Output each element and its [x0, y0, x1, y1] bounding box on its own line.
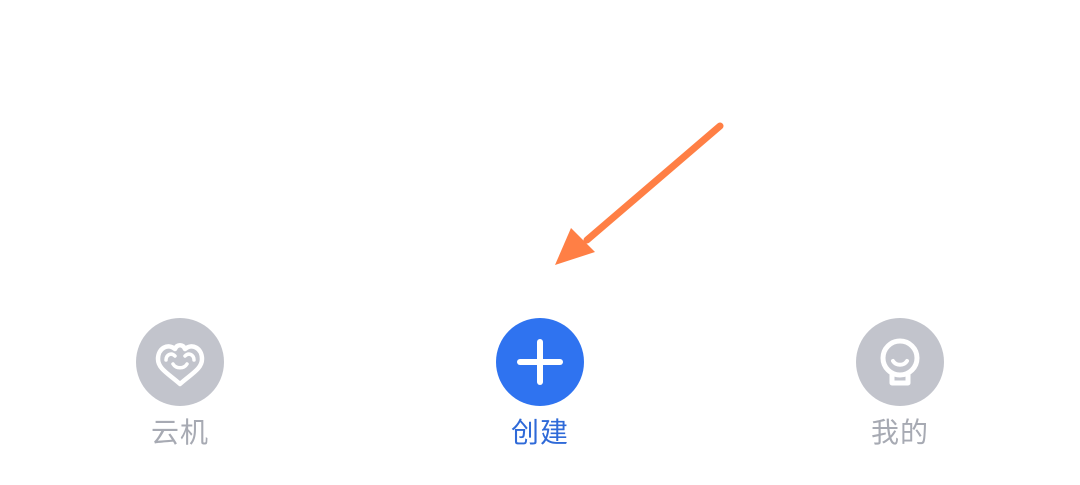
plus-icon [496, 318, 584, 406]
tab-mine[interactable]: 我的 [830, 318, 970, 468]
tab-create[interactable]: 创建 [470, 318, 610, 468]
tab-mine-label: 我的 [870, 416, 929, 449]
profile-face-icon [856, 318, 944, 406]
bottom-tab-bar: 云机 创建 我的 [0, 300, 1080, 485]
cloud-heart-icon [136, 318, 224, 406]
tab-yunji-label: 云机 [150, 416, 209, 449]
tab-create-label: 创建 [510, 416, 569, 449]
tab-yunji[interactable]: 云机 [110, 318, 250, 468]
